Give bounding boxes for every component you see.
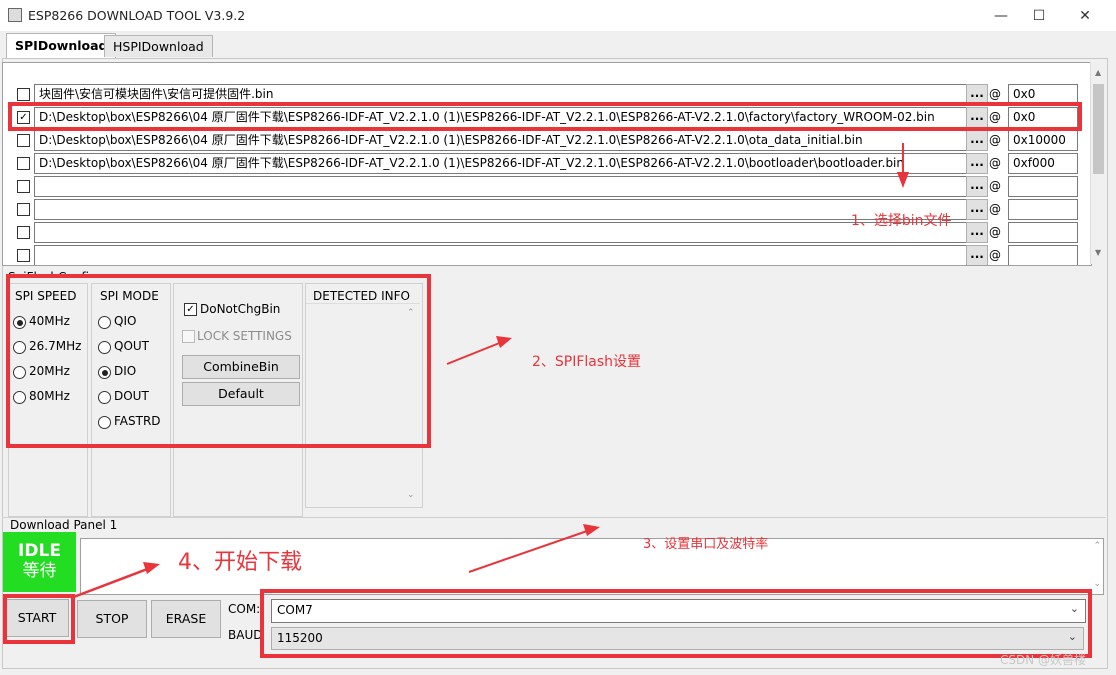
arrow-4 [70,566,151,600]
annotation-step1: 1、选择bin文件 [851,213,952,229]
annotation-step3: 3、设置串口及波特率 [643,537,769,552]
arrow-3 [468,529,591,573]
arrow-2 [446,341,503,365]
arrow-4-head [143,562,160,574]
annotation-step2: 2、SPIFlash设置 [532,354,642,370]
watermark: CSDN @妖兽楼 [1000,653,1087,667]
arrow-2-head [496,336,512,348]
annotation-arrows [70,143,909,600]
annotation-step4: 4、开始下载 [178,550,302,575]
arrow-1-head [897,172,909,188]
arrow-3-head [583,524,600,536]
